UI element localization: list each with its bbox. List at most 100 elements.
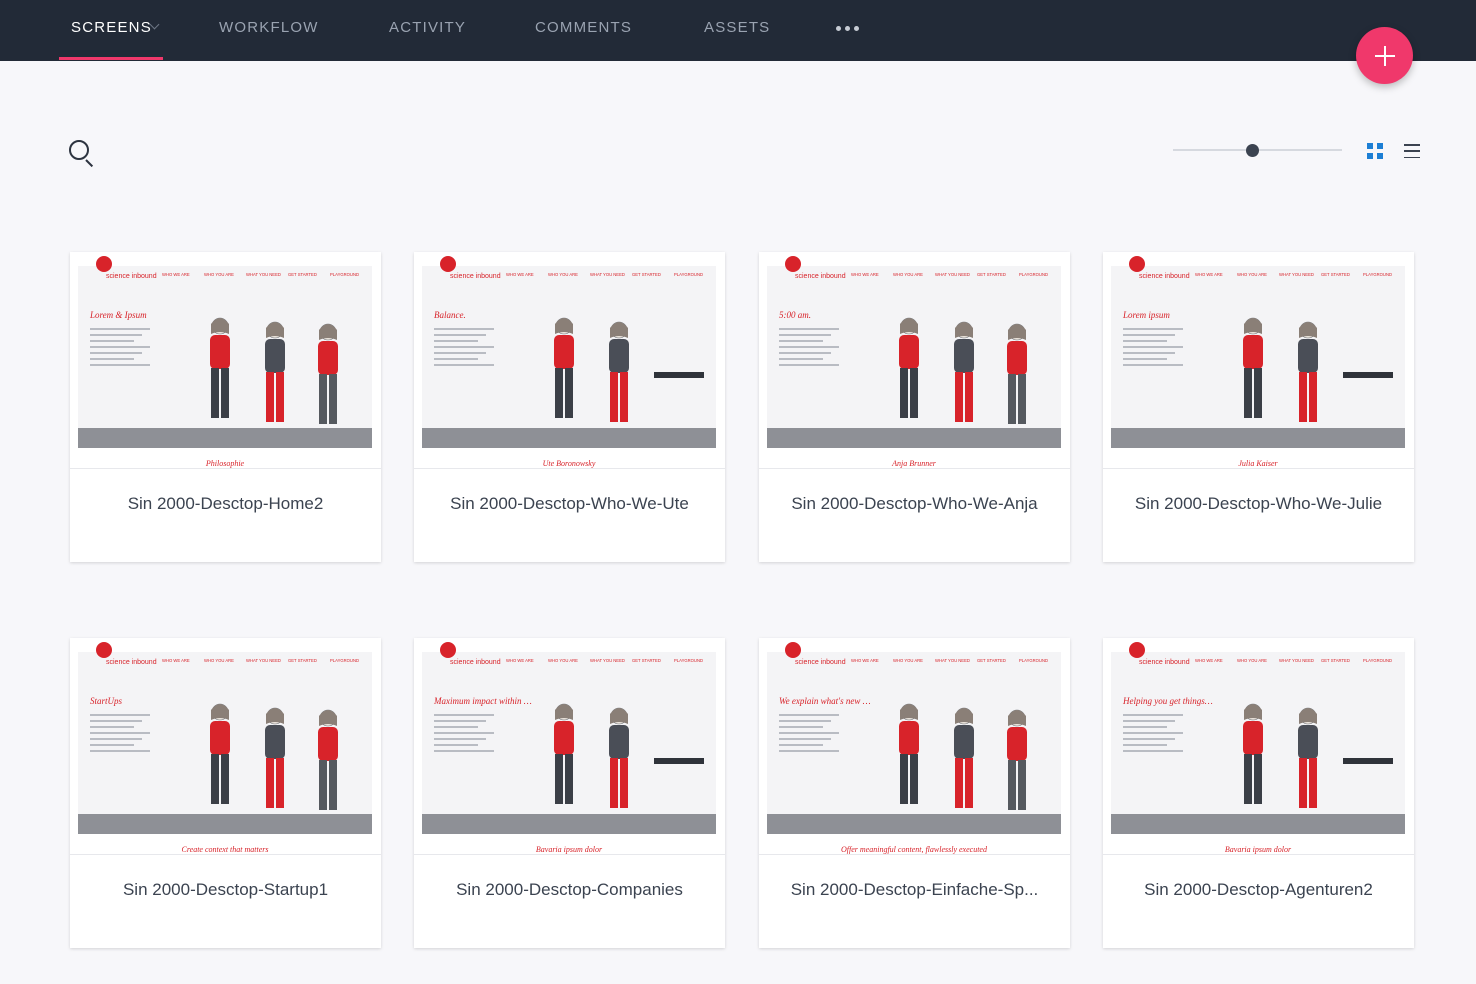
mockup-text-line: [1123, 750, 1183, 752]
mockup-caption: Anja Brunner: [891, 459, 937, 468]
thumbnail-svg: science inbound WHO WE ARE WHO YOU ARE WHAT…: [422, 642, 716, 854]
mockup-nav-item: PLAYGROUND: [674, 272, 703, 277]
screen-title: Sin 2000-Desctop-Who-We-Julie: [1134, 494, 1383, 513]
tab-comments[interactable]: COMMENTS: [535, 0, 632, 61]
mockup-nav-item: GET STARTED: [1321, 658, 1350, 663]
mockup-text-line: [1123, 732, 1183, 734]
mockup-text-line: [434, 732, 494, 734]
screen-card[interactable]: science inbound WHO WE ARE WHO YOU ARE WHAT…: [414, 252, 725, 562]
mockup-heading: StartUps: [90, 696, 123, 706]
mockup-text-line: [779, 744, 823, 746]
illustration-desk: [654, 372, 704, 378]
brand-logo-text: science inbound: [795, 273, 846, 280]
screen-card[interactable]: science inbound WHO WE ARE WHO YOU ARE WHAT…: [70, 638, 381, 948]
grid-view-icon[interactable]: [1367, 143, 1383, 159]
screen-title: Sin 2000-Desctop-Einfache-Sp...: [790, 880, 1039, 899]
thumbnail-svg: science inbound WHO WE ARE WHO YOU ARE WHAT…: [78, 642, 372, 854]
mockup-nav-item: WHO WE ARE: [162, 658, 190, 663]
brand-logo-text: science inbound: [450, 273, 501, 280]
more-options-icon[interactable]: [836, 26, 859, 31]
zoom-slider-handle[interactable]: [1246, 144, 1259, 157]
mockup-text-line: [779, 328, 839, 330]
mockup-text-line: [1123, 334, 1175, 336]
screen-title: Sin 2000-Desctop-Who-We-Anja: [791, 494, 1038, 513]
mockup-nav-item: GET STARTED: [977, 272, 1006, 277]
mockup-text-line: [434, 364, 494, 366]
mockup-text-line: [779, 720, 831, 722]
mockup-text-line: [779, 750, 839, 752]
thumbnail-svg: science inbound WHO WE ARE WHO YOU ARE WHAT…: [767, 256, 1061, 468]
add-screen-button[interactable]: [1356, 27, 1413, 84]
mockup-caption: Bavaria ipsum dolor: [536, 845, 603, 854]
screen-card[interactable]: science inbound WHO WE ARE WHO YOU ARE WHAT…: [1103, 638, 1414, 948]
mockup-caption: Offer meaningful content, flawlessly exe…: [841, 845, 988, 854]
mockup-nav-item: GET STARTED: [288, 658, 317, 663]
mockup-text-line: [779, 346, 839, 348]
mockup-heading: Balance.: [434, 310, 466, 320]
mockup-nav-item: PLAYGROUND: [1019, 658, 1048, 663]
list-view-icon[interactable]: [1404, 144, 1420, 158]
mockup-text-line: [90, 346, 150, 348]
mockup-nav-item: WHAT YOU NEED: [246, 272, 281, 277]
mockup-text-line: [90, 334, 142, 336]
screen-title: Sin 2000-Desctop-Who-We-Ute: [450, 494, 689, 513]
mockup-floor: [1111, 428, 1405, 448]
illustration-desk: [1343, 372, 1393, 378]
tab-screens[interactable]: SCREENS: [71, 0, 152, 61]
brand-logo: [1129, 642, 1145, 658]
mockup-text-line: [90, 744, 134, 746]
mockup-nav-item: PLAYGROUND: [330, 658, 359, 663]
mockup-floor: [422, 814, 716, 834]
mockup-text-line: [434, 334, 486, 336]
mockup-text-line: [434, 726, 478, 728]
mockup-text-line: [434, 714, 494, 716]
mockup-nav-item: WHO YOU ARE: [548, 272, 578, 277]
mockup-text-line: [90, 738, 142, 740]
screen-thumbnail: science inbound WHO WE ARE WHO YOU ARE WHAT…: [759, 252, 1070, 469]
mockup-caption: Philosophie: [205, 459, 245, 468]
mockup-nav-item: WHO YOU ARE: [893, 272, 923, 277]
screen-title: Sin 2000-Desctop-Companies: [456, 880, 683, 899]
mockup-text-line: [90, 364, 150, 366]
mockup-text-line: [1123, 738, 1175, 740]
screen-card[interactable]: science inbound WHO WE ARE WHO YOU ARE WHAT…: [759, 252, 1070, 562]
mockup-floor: [1111, 814, 1405, 834]
mockup-text-line: [434, 328, 494, 330]
mockup-text-line: [90, 732, 150, 734]
mockup-text-line: [1123, 328, 1183, 330]
brand-logo-text: science inbound: [795, 659, 846, 666]
screen-card[interactable]: science inbound WHO WE ARE WHO YOU ARE WHAT…: [1103, 252, 1414, 562]
mockup-heading: We explain what's new …: [779, 696, 871, 706]
screen-card[interactable]: science inbound WHO WE ARE WHO YOU ARE WHAT…: [759, 638, 1070, 948]
mockup-text-line: [90, 328, 150, 330]
mockup-nav-item: PLAYGROUND: [1363, 272, 1392, 277]
mockup-text-line: [779, 732, 839, 734]
mockup-text-line: [1123, 358, 1167, 360]
brand-logo-text: science inbound: [1139, 659, 1190, 666]
mockup-text-line: [779, 726, 823, 728]
mockup-text-line: [434, 352, 486, 354]
mockup-nav-item: WHO WE ARE: [506, 272, 534, 277]
screen-title: Sin 2000-Desctop-Startup1: [122, 880, 329, 899]
tab-assets[interactable]: ASSETS: [704, 0, 770, 61]
brand-logo: [96, 256, 112, 272]
mockup-text-line: [434, 738, 486, 740]
screen-title: Sin 2000-Desctop-Agenturen2: [1144, 880, 1373, 899]
mockup-text-line: [1123, 352, 1175, 354]
screen-card[interactable]: science inbound WHO WE ARE WHO YOU ARE WHAT…: [414, 638, 725, 948]
mockup-nav-item: WHO YOU ARE: [1237, 658, 1267, 663]
tab-workflow[interactable]: WORKFLOW: [219, 0, 319, 61]
mockup-nav-item: GET STARTED: [288, 272, 317, 277]
tab-activity[interactable]: ACTIVITY: [389, 0, 466, 61]
search-icon[interactable]: [69, 140, 95, 168]
mockup-caption: Bavaria ipsum dolor: [1225, 845, 1292, 854]
mockup-text-line: [434, 744, 478, 746]
mockup-text-line: [90, 358, 134, 360]
mockup-nav-item: WHO YOU ARE: [1237, 272, 1267, 277]
mockup-heading: Maximum impact within …: [433, 696, 532, 706]
brand-logo-text: science inbound: [1139, 273, 1190, 280]
screen-card[interactable]: science inbound WHO WE ARE WHO YOU ARE WHAT…: [70, 252, 381, 562]
mockup-text-line: [434, 340, 478, 342]
mockup-text-line: [1123, 346, 1183, 348]
mockup-text-line: [90, 720, 142, 722]
